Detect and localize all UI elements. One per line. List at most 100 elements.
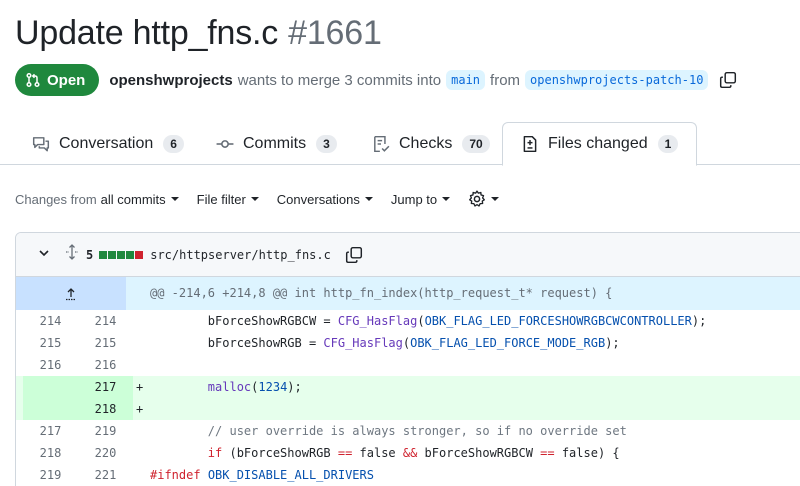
- tab-count: 6: [163, 134, 184, 153]
- code-token: );: [605, 336, 620, 350]
- caret-down-icon: [442, 197, 451, 201]
- fold-up-icon: [66, 287, 76, 300]
- code-text: #ifndef OBK_DISABLE_ALL_DRIVERS: [150, 464, 374, 486]
- chevron-down-icon: [39, 249, 49, 256]
- file-filter-dropdown[interactable]: File filter: [197, 192, 259, 207]
- base-branch[interactable]: main: [446, 70, 486, 90]
- diffstat-block: [135, 250, 144, 259]
- caret-down-icon: [250, 197, 259, 201]
- code-token: false: [352, 446, 403, 460]
- diff-line-added: 217 + malloc(1234);: [16, 376, 800, 398]
- new-line-number[interactable]: 214: [78, 310, 133, 332]
- code-token: false) {: [554, 446, 620, 460]
- jump-to-dropdown[interactable]: Jump to: [391, 192, 451, 207]
- diffstat-block: [117, 250, 126, 259]
- tab-label: Checks: [399, 134, 453, 152]
- old-line-number[interactable]: 214: [23, 310, 78, 332]
- conversations-dropdown[interactable]: Conversations: [277, 192, 373, 207]
- code-token: CFG_HasFlag: [323, 336, 403, 350]
- hunk-text: @@ -214,6 +214,8 @@ int http_fn_index(ht…: [126, 277, 800, 310]
- new-line-number[interactable]: 215: [78, 332, 133, 354]
- code-token: bForceShowRGB =: [150, 336, 324, 350]
- pr-meta: Open openshwprojects wants to merge 3 co…: [15, 64, 737, 96]
- code-token: ==: [540, 446, 555, 460]
- code-token: // user override is always stronger, so …: [150, 424, 627, 438]
- file-filter-label: File filter: [196, 191, 246, 207]
- code-text: // user override is always stronger, so …: [150, 420, 627, 442]
- code-token: &&: [402, 446, 418, 460]
- diff-sign: +: [136, 402, 144, 416]
- code-token: OBK_DISABLE_ALL_DRIVERS: [207, 468, 374, 482]
- diff-toolbar: Changes from all commits File filter Con…: [15, 187, 517, 211]
- old-line-number[interactable]: 219: [23, 464, 78, 486]
- tab-count: 3: [316, 134, 337, 153]
- from-text: from: [490, 71, 521, 89]
- old-line-number[interactable]: [23, 376, 78, 398]
- changes-count: 5: [86, 247, 94, 262]
- caret-down-icon: [170, 197, 179, 201]
- code-token: bForceShowRGBCW: [417, 446, 541, 460]
- copy-icon: [345, 246, 362, 263]
- diff-line-context: 217 219 // user override is always strong…: [16, 420, 800, 442]
- diffstat: [99, 250, 144, 259]
- hunk-header: @@ -214,6 +214,8 @@ int http_fn_index(ht…: [16, 277, 800, 310]
- diff-settings-dropdown[interactable]: [468, 190, 500, 208]
- copy-branch-button[interactable]: [719, 71, 737, 89]
- new-line-number[interactable]: 217: [78, 376, 133, 398]
- diffstat-block: [126, 250, 135, 259]
- new-line-number[interactable]: 220: [78, 442, 133, 464]
- pr-title-text: Update http_fns.c: [15, 14, 279, 52]
- commit-icon: [216, 139, 234, 148]
- gear-icon: [469, 190, 486, 207]
- new-line-number[interactable]: 221: [78, 464, 133, 486]
- code-token: );: [287, 380, 302, 394]
- state-label: Open: [47, 71, 86, 89]
- tab-files-changed[interactable]: Files changed 1: [502, 122, 698, 166]
- old-line-number[interactable]: 217: [23, 420, 78, 442]
- pr-tabs: Conversation 6 Commits 3 Checks 70 Files…: [0, 122, 800, 166]
- code-token: OBK_FLAG_LED_FORCE_MODE_RGB: [410, 336, 606, 350]
- expand-up-button[interactable]: [16, 277, 126, 310]
- diff-line-context: 215 215 bForceShowRGB = CFG_HasFlag(OBK_F…: [16, 332, 800, 354]
- head-branch[interactable]: openshwprojects-patch-10: [525, 70, 709, 90]
- file-diff: 5 src/httpserver/http_fns.c @@ -214,6 +2…: [15, 232, 800, 486]
- code-token: );: [691, 314, 707, 328]
- pull-request-icon: [26, 72, 40, 88]
- tab-label: Files changed: [548, 135, 648, 152]
- caret-down-icon: [364, 197, 373, 201]
- changes-from-dropdown[interactable]: Changes from all commits: [15, 192, 179, 207]
- code-text: bForceShowRGBCW = CFG_HasFlag(OBK_FLAG_L…: [150, 310, 707, 332]
- old-line-number[interactable]: 215: [23, 332, 78, 354]
- collapse-file-button[interactable]: [38, 246, 50, 264]
- old-line-number[interactable]: 216: [23, 354, 78, 376]
- copy-path-button[interactable]: [345, 246, 363, 264]
- tab-count: 1: [657, 135, 679, 153]
- code-token: bForceShowRGBCW =: [150, 314, 338, 328]
- code-token: 1234: [258, 380, 288, 394]
- code-token: (bForceShowRGB: [222, 446, 338, 460]
- diff-line-context: 219 221 #ifndef OBK_DISABLE_ALL_DRIVERS: [16, 464, 800, 486]
- code-text: bForceShowRGB = CFG_HasFlag(OBK_FLAG_LED…: [150, 332, 620, 354]
- diff-sign: +: [136, 380, 144, 394]
- changes-value: all commits: [100, 191, 166, 207]
- old-line-number[interactable]: [23, 398, 78, 420]
- old-line-number[interactable]: 218: [23, 442, 78, 464]
- code-text: if (bForceShowRGB == false && bForceShow…: [150, 442, 620, 464]
- code-token: (: [417, 314, 425, 328]
- copy-icon: [720, 71, 737, 89]
- diff-line-context: 218 220 if (bForceShowRGB == false && bFo…: [16, 442, 800, 464]
- file-header: 5 src/httpserver/http_fns.c: [16, 233, 800, 277]
- caret-down-icon: [491, 197, 500, 201]
- tab-checks[interactable]: Checks 70: [372, 122, 490, 165]
- new-line-number[interactable]: 216: [78, 354, 133, 376]
- diff-lines: 214 214 bForceShowRGBCW = CFG_HasFlag(OBK…: [16, 310, 800, 486]
- tab-conversation[interactable]: Conversation 6: [32, 122, 184, 165]
- tab-commits[interactable]: Commits 3: [216, 122, 337, 165]
- new-line-number[interactable]: 219: [78, 420, 133, 442]
- changes-prefix: Changes from: [15, 191, 97, 207]
- file-path[interactable]: src/httpserver/http_fns.c: [150, 248, 331, 262]
- author-link[interactable]: openshwprojects: [109, 72, 232, 89]
- new-line-number[interactable]: 218: [78, 398, 133, 420]
- expand-all-button[interactable]: [64, 244, 80, 265]
